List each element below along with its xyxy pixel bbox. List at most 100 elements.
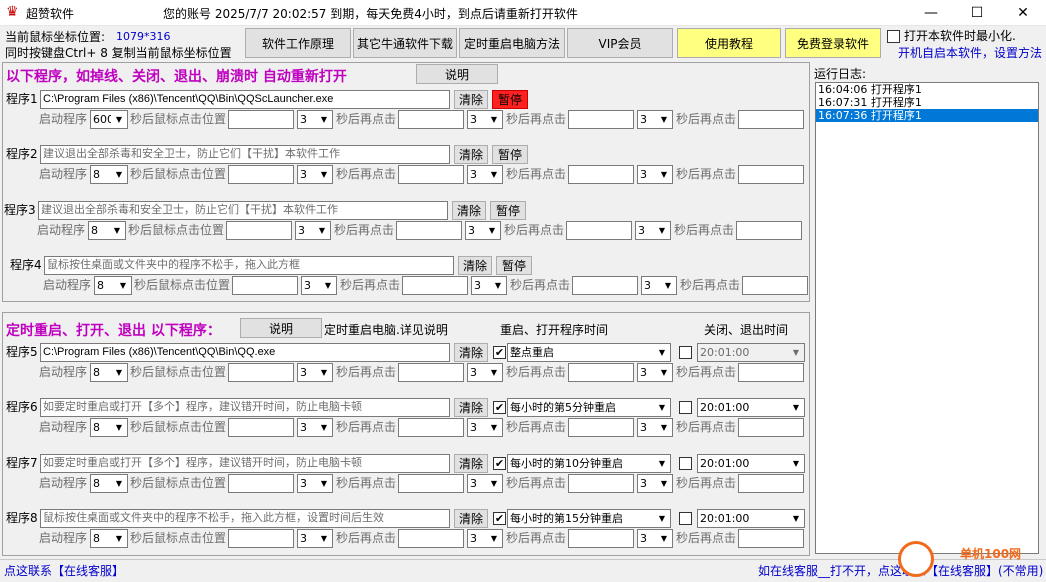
dropdown-arrow-icon[interactable]: ▼ (316, 166, 332, 183)
pause-button[interactable]: 暂停 (492, 90, 528, 109)
click-again-delay-select[interactable]: 3 ▼ (467, 165, 503, 184)
program-path-field[interactable]: 鼠标按住桌面或文件夹中的程序不松手，拖入此方框，设置时间后生效 (40, 509, 450, 528)
click-again-position-field[interactable] (568, 165, 634, 184)
open-time-checkbox[interactable]: ✔ (493, 346, 506, 359)
open-time-select[interactable]: 每小时的第10分钟重启 ▼ (507, 454, 671, 473)
clear-button[interactable]: 清除 (454, 145, 488, 164)
program-path-field[interactable]: 鼠标按住桌面或文件夹中的程序不松手，拖入此方框 (44, 256, 454, 275)
click-again-delay-select[interactable]: 3 ▼ (637, 165, 673, 184)
click-delay-select[interactable]: 3 ▼ (297, 474, 333, 493)
dropdown-arrow-icon[interactable]: ▼ (486, 419, 502, 436)
dropdown-arrow-icon[interactable]: ▼ (316, 475, 332, 492)
dropdown-arrow-icon[interactable]: ▼ (656, 475, 672, 492)
dropdown-arrow-icon[interactable]: ▼ (111, 475, 127, 492)
dropdown-arrow-icon[interactable]: ▼ (656, 419, 672, 436)
clear-button[interactable]: 清除 (454, 90, 488, 109)
click-again-delay-select[interactable]: 3 ▼ (467, 418, 503, 437)
close-time-select[interactable]: 20:01:00 ▼ (697, 454, 805, 473)
run-log-list[interactable]: 16:04:06 打开程序1 16:07:31 打开程序1 16:07:36 打… (815, 82, 1039, 554)
click-again-position-field[interactable] (568, 363, 634, 382)
click-again-position-field[interactable] (398, 474, 464, 493)
close-time-select[interactable]: 20:01:00 ▼ (697, 509, 805, 528)
click-again-position-field[interactable] (398, 529, 464, 548)
pause-button[interactable]: 暂停 (492, 145, 528, 164)
free-login-button[interactable]: 免费登录软件 (785, 28, 881, 58)
section1-explain-button[interactable]: 说明 (416, 64, 498, 84)
click-again-position-field[interactable] (402, 276, 468, 295)
principle-button[interactable]: 软件工作原理 (245, 28, 351, 58)
open-time-select[interactable]: 整点重启 ▼ (507, 343, 671, 362)
clear-button[interactable]: 清除 (454, 343, 488, 362)
open-time-checkbox[interactable]: ✔ (493, 401, 506, 414)
program-path-field[interactable]: 建议退出全部杀毒和安全卫士，防止它们【干扰】本软件工作 (40, 145, 450, 164)
log-line-selected[interactable]: 16:07:36 打开程序1 (816, 109, 1038, 122)
click-again-position-field[interactable] (568, 110, 634, 129)
click-again-position-field[interactable] (396, 221, 462, 240)
click-position-field[interactable] (226, 221, 292, 240)
click-delay-select[interactable]: 3 ▼ (297, 418, 333, 437)
start-delay-select[interactable]: 8 ▼ (90, 474, 128, 493)
dropdown-arrow-icon[interactable]: ▼ (654, 399, 670, 416)
click-again-delay-select[interactable]: 3 ▼ (637, 418, 673, 437)
click-position-field[interactable] (228, 165, 294, 184)
click-delay-select[interactable]: 3 ▼ (297, 165, 333, 184)
maximize-button[interactable]: ☐ (954, 0, 1000, 26)
click-again-position-field[interactable] (742, 276, 808, 295)
click-delay-select[interactable]: 3 ▼ (297, 110, 333, 129)
minimize-button[interactable]: — (908, 0, 954, 26)
dropdown-arrow-icon[interactable]: ▼ (788, 455, 804, 472)
start-delay-select[interactable]: 8 ▼ (88, 221, 126, 240)
click-delay-select[interactable]: 3 ▼ (297, 363, 333, 382)
dropdown-arrow-icon[interactable]: ▼ (486, 364, 502, 381)
click-position-field[interactable] (232, 276, 298, 295)
dropdown-arrow-icon[interactable]: ▼ (788, 344, 804, 361)
dropdown-arrow-icon[interactable]: ▼ (486, 166, 502, 183)
click-again-delay-select[interactable]: 3 ▼ (465, 221, 501, 240)
other-software-button[interactable]: 其它牛通软件下载 (353, 28, 457, 58)
start-delay-select[interactable]: 8 ▼ (90, 363, 128, 382)
dropdown-arrow-icon[interactable]: ▼ (654, 344, 670, 361)
click-again-delay-select[interactable]: 3 ▼ (637, 110, 673, 129)
close-time-checkbox[interactable] (679, 346, 692, 359)
dropdown-arrow-icon[interactable]: ▼ (314, 222, 330, 239)
start-delay-select[interactable]: 8 ▼ (90, 165, 128, 184)
dropdown-arrow-icon[interactable]: ▼ (654, 455, 670, 472)
click-again-position-field[interactable] (736, 221, 802, 240)
close-time-checkbox[interactable] (679, 401, 692, 414)
dropdown-arrow-icon[interactable]: ▼ (111, 166, 127, 183)
clear-button[interactable]: 清除 (454, 509, 488, 528)
dropdown-arrow-icon[interactable]: ▼ (660, 277, 676, 294)
click-again-position-field[interactable] (568, 418, 634, 437)
click-again-delay-select[interactable]: 3 ▼ (637, 474, 673, 493)
dropdown-arrow-icon[interactable]: ▼ (111, 111, 127, 128)
close-time-checkbox[interactable] (679, 457, 692, 470)
click-position-field[interactable] (228, 474, 294, 493)
tutorial-button[interactable]: 使用教程 (677, 28, 781, 58)
dropdown-arrow-icon[interactable]: ▼ (316, 111, 332, 128)
start-delay-select[interactable]: 600 ▼ (90, 110, 128, 129)
click-again-position-field[interactable] (398, 110, 464, 129)
pause-button[interactable]: 暂停 (490, 201, 526, 220)
minimize-on-open-checkbox[interactable] (887, 30, 900, 43)
log-line[interactable]: 16:04:06 打开程序1 (816, 83, 1038, 96)
clear-button[interactable]: 清除 (454, 398, 488, 417)
start-delay-select[interactable]: 8 ▼ (90, 418, 128, 437)
log-line[interactable]: 16:07:31 打开程序1 (816, 96, 1038, 109)
dropdown-arrow-icon[interactable]: ▼ (109, 222, 125, 239)
pause-button[interactable]: 暂停 (496, 256, 532, 275)
program-path-field[interactable]: 如要定时重启或打开【多个】程序，建议错开时间，防止电脑卡顿 (40, 398, 450, 417)
click-position-field[interactable] (228, 363, 294, 382)
dropdown-arrow-icon[interactable]: ▼ (316, 364, 332, 381)
program-path-field[interactable]: C:\Program Files (x86)\Tencent\QQ\Bin\QQ… (40, 343, 450, 362)
click-again-delay-select[interactable]: 3 ▼ (467, 529, 503, 548)
dropdown-arrow-icon[interactable]: ▼ (654, 510, 670, 527)
click-again-position-field[interactable] (572, 276, 638, 295)
click-again-delay-select[interactable]: 3 ▼ (637, 363, 673, 382)
dropdown-arrow-icon[interactable]: ▼ (656, 530, 672, 547)
click-again-position-field[interactable] (738, 363, 804, 382)
click-again-delay-select[interactable]: 3 ▼ (467, 110, 503, 129)
dropdown-arrow-icon[interactable]: ▼ (788, 399, 804, 416)
dropdown-arrow-icon[interactable]: ▼ (111, 364, 127, 381)
timed-restart-button[interactable]: 定时重启电脑方法 (459, 28, 565, 58)
close-button[interactable]: ✕ (1000, 0, 1046, 26)
